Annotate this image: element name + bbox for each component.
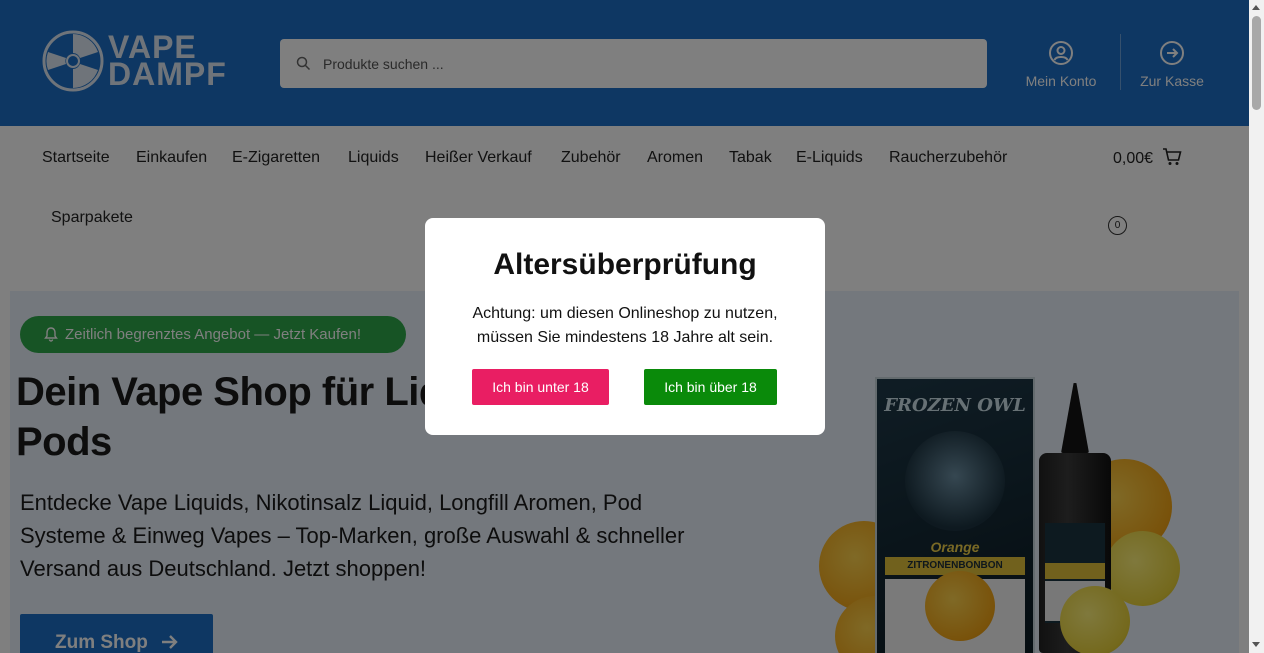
scroll-down-arrow-icon[interactable] xyxy=(1252,642,1260,647)
page-scrollbar[interactable] xyxy=(1249,0,1264,653)
under-18-button[interactable]: Ich bin unter 18 xyxy=(472,369,609,405)
modal-message: Achtung: um diesen Onlineshop zu nutzen,… xyxy=(472,305,778,346)
age-verification-modal: Altersüberprüfung Achtung: um diesen Onl… xyxy=(425,218,825,435)
scrollbar-thumb[interactable] xyxy=(1252,16,1261,110)
modal-title: Altersüberprüfung xyxy=(493,248,757,281)
over-18-button[interactable]: Ich bin über 18 xyxy=(644,369,777,405)
scroll-up-arrow-icon[interactable] xyxy=(1252,5,1260,10)
